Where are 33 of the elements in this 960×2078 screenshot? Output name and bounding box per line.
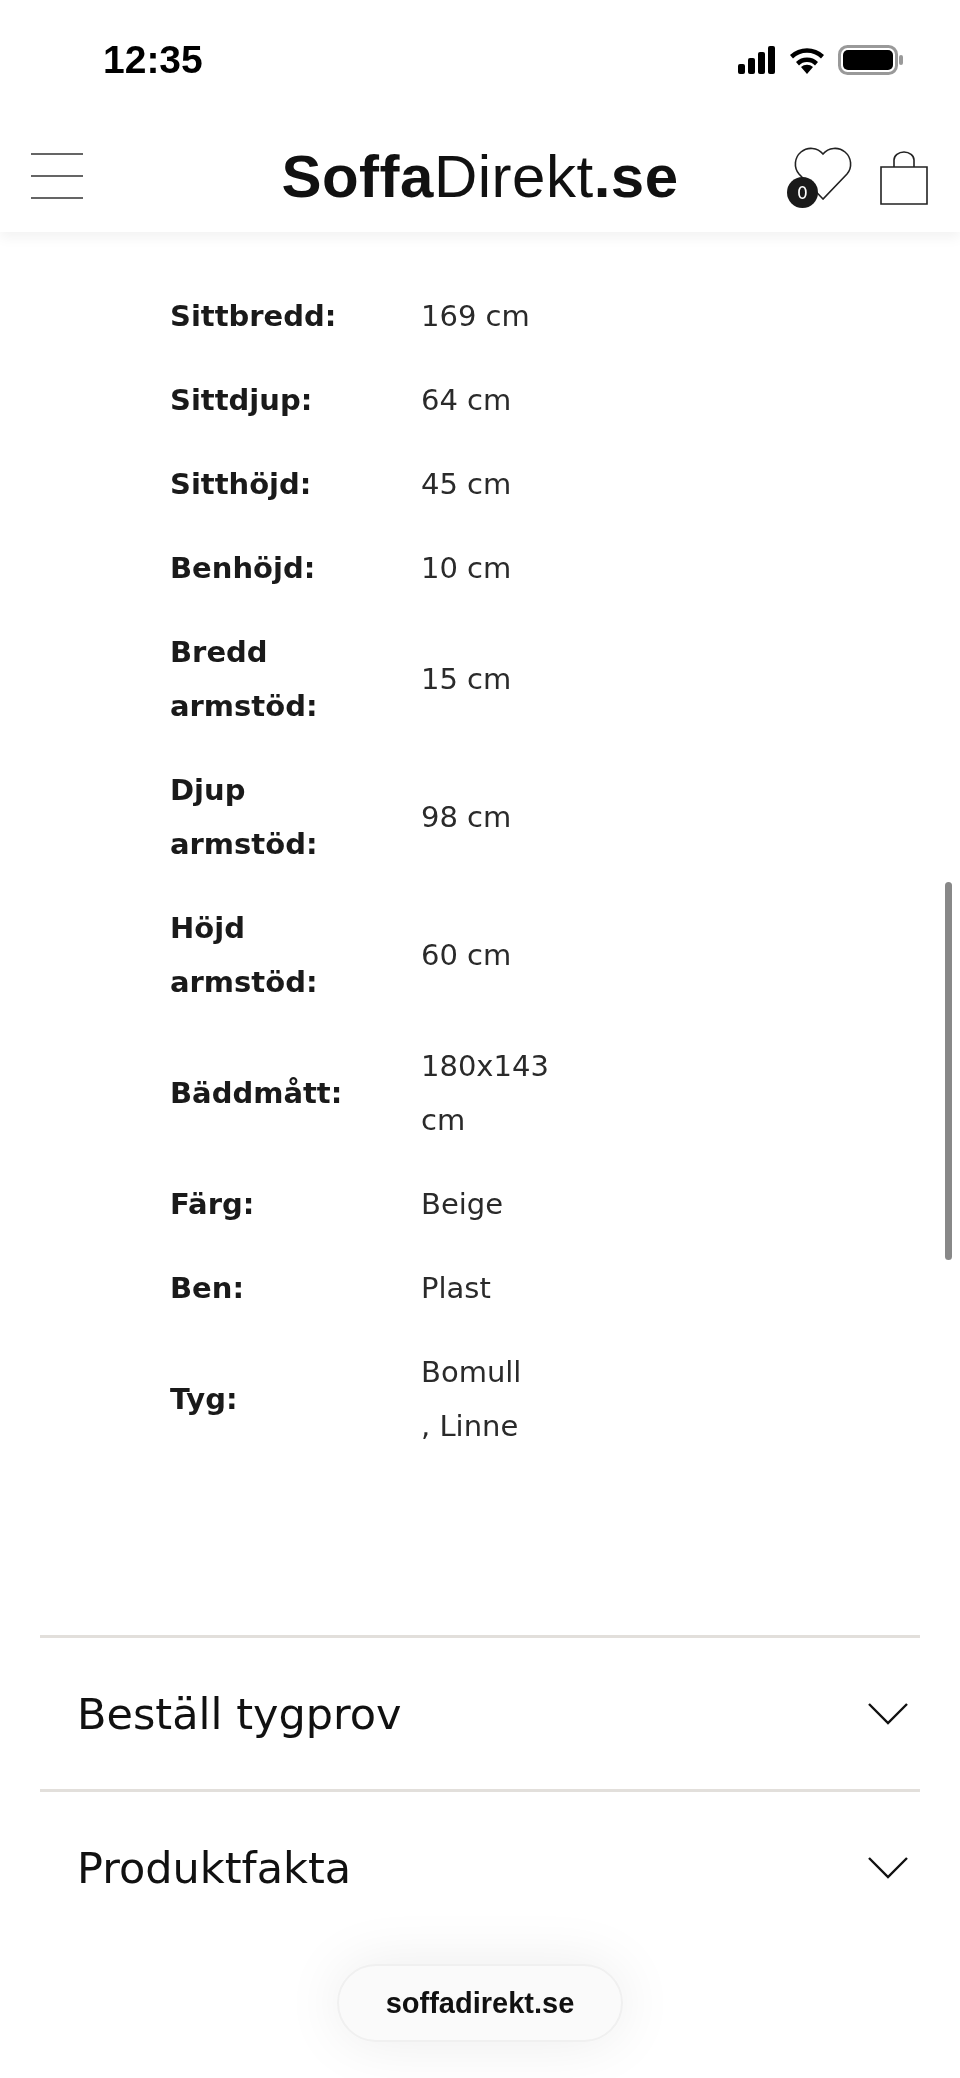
spec-value: Plast bbox=[421, 1270, 491, 1307]
wishlist-count-badge: 0 bbox=[787, 177, 818, 208]
spec-label: Höjd armstöd: bbox=[170, 910, 319, 1001]
spec-value: 98 cm bbox=[421, 799, 512, 836]
wifi-icon bbox=[788, 46, 826, 74]
signal-icon bbox=[738, 46, 776, 74]
shopping-bag-icon[interactable] bbox=[879, 150, 929, 206]
battery-icon bbox=[838, 45, 904, 75]
spec-label: Sittdjup: bbox=[170, 382, 314, 419]
spec-label: Bäddmått: bbox=[170, 1075, 344, 1112]
spec-label: Sittbredd: bbox=[170, 298, 338, 335]
spec-value: 64 cm bbox=[421, 382, 512, 419]
spec-value: 169 cm bbox=[421, 298, 530, 335]
chevron-icon bbox=[868, 1702, 908, 1725]
spec-label: Tyg: bbox=[170, 1381, 239, 1418]
spec-value: 45 cm bbox=[421, 466, 512, 503]
status-time: 12:35 bbox=[103, 38, 203, 82]
spec-label: Djup armstöd: bbox=[170, 772, 319, 863]
spec-value: 180x143 cm bbox=[421, 1048, 549, 1139]
spec-label: Ben: bbox=[170, 1270, 245, 1307]
spec-value: 15 cm bbox=[421, 661, 512, 698]
spec-label: Benhöjd: bbox=[170, 550, 317, 587]
spec-label: Färg: bbox=[170, 1186, 256, 1223]
logo[interactable]: SoffaDirekt.se bbox=[281, 142, 679, 211]
spec-value: 10 cm bbox=[421, 550, 512, 587]
menu-icon[interactable] bbox=[31, 153, 83, 199]
spec-label: Sitthöjd: bbox=[170, 466, 313, 503]
chevron-icon bbox=[868, 1856, 908, 1879]
spec-label: Bredd armstöd: bbox=[170, 634, 319, 725]
spec-value: Beige bbox=[421, 1186, 504, 1223]
spec-value: Bomull , Linne bbox=[421, 1354, 522, 1445]
url-bar[interactable]: soffadirekt.se bbox=[337, 1964, 623, 2042]
spec-value: 60 cm bbox=[421, 937, 512, 974]
